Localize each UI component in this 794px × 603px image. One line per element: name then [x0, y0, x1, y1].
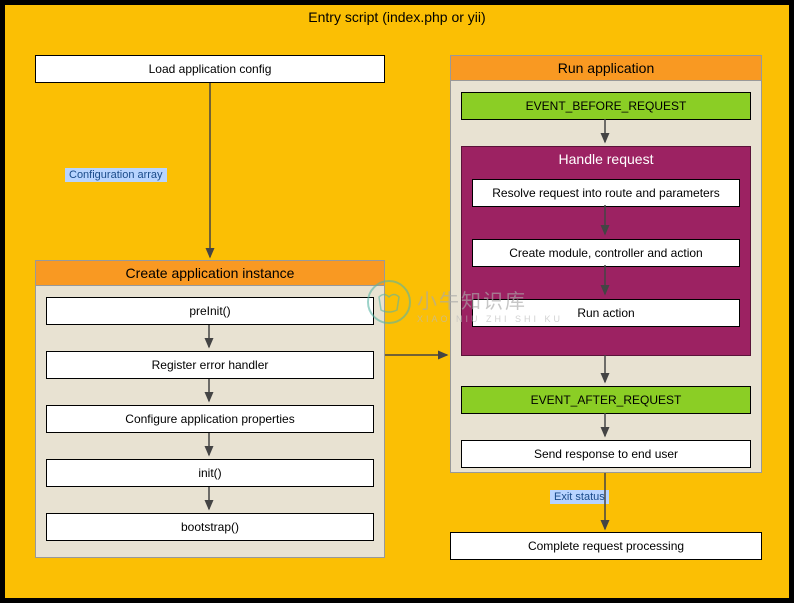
- complete-processing-box: Complete request processing: [450, 532, 762, 560]
- handle-request-panel: Handle request Resolve request into rout…: [461, 146, 751, 356]
- watermark-text: 小牛知识库 XIAO NIU ZHI SHI KU: [417, 285, 563, 324]
- configure-props-box: Configure application properties: [46, 405, 374, 433]
- register-error-box: Register error handler: [46, 351, 374, 379]
- send-response-box: Send response to end user: [461, 440, 751, 468]
- event-after-box: EVENT_AFTER_REQUEST: [461, 386, 751, 414]
- entry-script-container: Entry script (index.php or yii) Load app…: [4, 4, 790, 599]
- resolve-request-box: Resolve request into route and parameter…: [472, 179, 740, 207]
- handle-title: Handle request: [462, 147, 750, 171]
- bootstrap-box: bootstrap(): [46, 513, 374, 541]
- preinit-box: preInit(): [46, 297, 374, 325]
- diagram-title: Entry script (index.php or yii): [5, 5, 789, 29]
- create-module-box: Create module, controller and action: [472, 239, 740, 267]
- watermark-logo: [367, 280, 411, 324]
- event-before-box: EVENT_BEFORE_REQUEST: [461, 92, 751, 120]
- create-instance-panel: Create application instance preInit() Re…: [35, 260, 385, 558]
- config-array-label: Configuration array: [65, 168, 167, 182]
- watermark-cn: 小牛知识库: [417, 285, 563, 314]
- run-application-panel: Run application EVENT_BEFORE_REQUEST Han…: [450, 55, 762, 473]
- exit-status-label: Exit status: [550, 490, 609, 504]
- load-config-box: Load application config: [35, 55, 385, 83]
- watermark-en: XIAO NIU ZHI SHI KU: [417, 314, 563, 324]
- init-box: init(): [46, 459, 374, 487]
- create-panel-title: Create application instance: [36, 261, 384, 286]
- run-panel-title: Run application: [451, 56, 761, 81]
